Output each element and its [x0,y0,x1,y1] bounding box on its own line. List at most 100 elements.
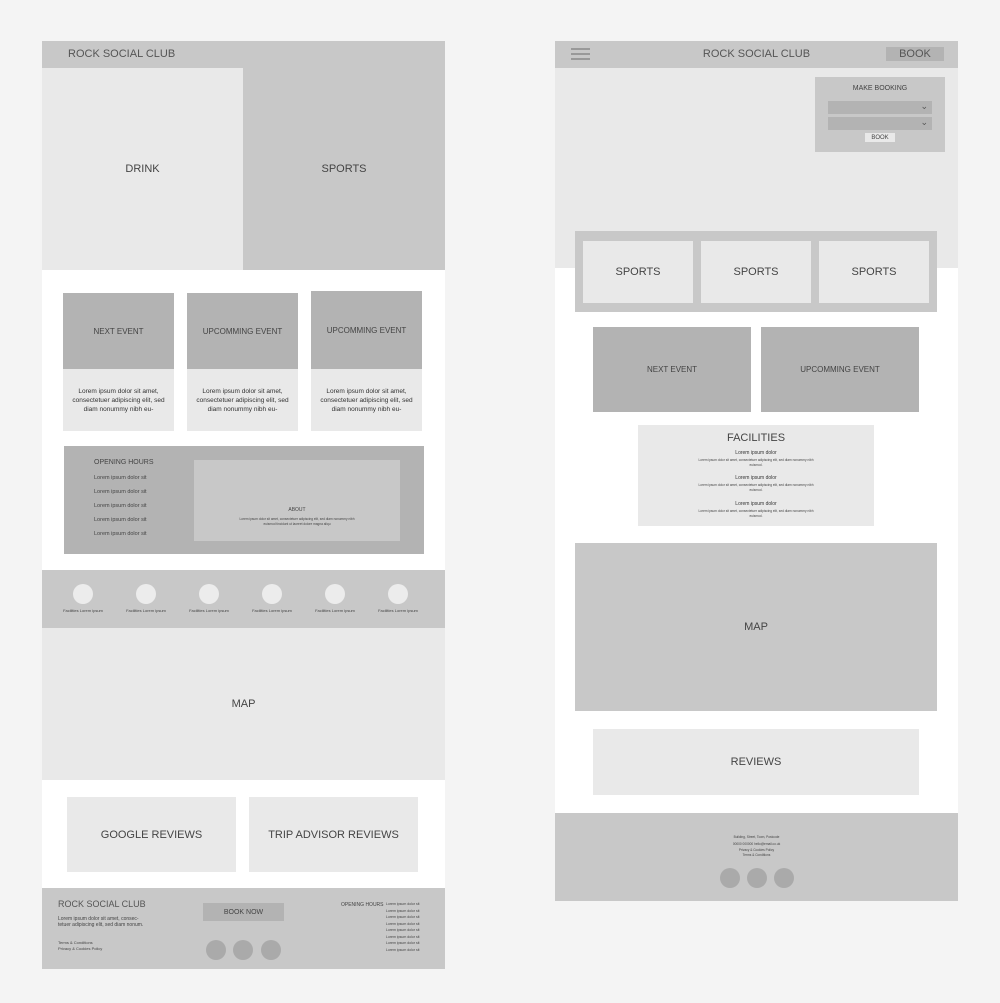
opening-hours-line: Lorem ipsum dolor sit [94,531,147,537]
mobile-upcoming-event[interactable]: UPCOMMING EVENT [761,327,919,412]
mobile-reviews-label: REVIEWS [730,756,782,768]
event-card-header: UPCOMMING EVENT [311,291,422,369]
about-box: ABOUT Lorem ipsum dolor sit amet, consec… [194,460,400,541]
mobile-reviews[interactable]: REVIEWS [593,729,919,795]
event-card-text: Lorem ipsum dolor sit amet, consectetuer… [311,369,422,431]
opening-hours-line: Lorem ipsum dolor sit [94,475,147,481]
social-icon[interactable] [233,940,253,960]
facility-icon [325,584,345,604]
desktop-site-title[interactable]: ROCK SOCIAL CLUB [68,48,175,60]
event-card[interactable]: UPCOMMING EVENT Lorem ipsum dolor sit am… [311,291,422,431]
footer-title: ROCK SOCIAL CLUB [58,899,146,909]
facility-entry-text: Lorem ipsum dolor sit amet, consectetuer… [698,509,814,518]
trip-advisor-reviews-label: TRIP ADVISOR REVIEWS [268,828,399,841]
hero-drink-label: DRINK [125,163,160,175]
mobile-header: ROCK SOCIAL CLUB BOOK [555,41,958,68]
opening-hours-list: Lorem ipsum dolor sit Lorem ipsum dolor … [94,471,147,541]
facility-item[interactable]: Facilities Lorem ipsum [368,584,428,613]
facility-item[interactable]: Facilities Lorem ipsum [242,584,302,613]
footer-terms-link[interactable]: Terms & Conditions [58,940,93,945]
footer-hours-line: Lorem ipsum dolor sit [386,928,420,932]
facility-entry: Lorem ipsum dolor Lorem ipsum dolor sit … [698,450,814,467]
about-text: Lorem ipsum dolor sit amet, consectetuer… [239,517,355,526]
event-card[interactable]: NEXT EVENT Lorem ipsum dolor sit amet, c… [63,293,174,431]
footer-terms-link[interactable]: Terms & Conditions [555,853,958,858]
footer-hours-line: Lorem ipsum dolor sit [386,902,420,906]
facility-entry-heading: Lorem ipsum dolor [735,450,777,456]
facility-icon [262,584,282,604]
facility-entry-text: Lorem ipsum dolor sit amet, consectetuer… [698,483,814,492]
footer-address: Building, Street, Town, Postcode [733,835,780,839]
footer-hours-line: Lorem ipsum dolor sit [386,941,420,945]
footer-contact[interactable]: 00000 000000 hello@email.co.uk [555,841,958,848]
sports-row: SPORTS SPORTS SPORTS [575,231,937,312]
facility-label: Facilities Lorem ipsum [315,608,355,613]
mobile-next-event[interactable]: NEXT EVENT [593,327,751,412]
chevron-down-icon: ⌄ [920,101,928,111]
event-card-text: Lorem ipsum dolor sit amet, consectetuer… [63,369,174,431]
booking-select[interactable]: ⌄ [828,117,932,130]
facility-item[interactable]: Facilities Lorem ipsum [305,584,365,613]
footer-hours-title: OPENING HOURS [341,902,384,908]
desktop-map[interactable]: MAP [42,628,445,780]
facility-label: Facilities Lorem ipsum [63,608,103,613]
social-icon[interactable] [206,940,226,960]
opening-hours-line: Lorem ipsum dolor sit [94,503,147,509]
facility-item[interactable]: Facilities Lorem ipsum [53,584,113,613]
hero-sports-label: SPORTS [321,163,367,175]
facility-label: Facilities Lorem ipsum [252,608,292,613]
facility-label: Facilities Lorem ipsum [126,608,166,613]
facility-icon [73,584,93,604]
booking-select[interactable]: ⌄ [828,101,932,114]
facility-entry-heading: Lorem ipsum dolor [735,475,777,481]
hero-sports-tile[interactable]: SPORTS [243,68,445,270]
footer-hours-line: Lorem ipsum dolor sit [386,915,420,919]
event-card-header: NEXT EVENT [63,293,174,369]
about-title: ABOUT [288,507,306,513]
facility-label: Facilities Lorem ipsum [189,608,229,613]
footer-privacy-link[interactable]: Privacy & Cookies Policy [58,946,102,951]
facility-entry: Lorem ipsum dolor Lorem ipsum dolor sit … [698,501,814,518]
sports-tile[interactable]: SPORTS [701,241,811,303]
footer-contact-block: Building, Street, Town, Postcode 00000 0… [555,834,958,858]
sports-tile[interactable]: SPORTS [583,241,693,303]
social-icon[interactable] [720,868,740,888]
opening-hours-line: Lorem ipsum dolor sit [94,517,147,523]
footer-text: Lorem ipsum dolor sit amet, consec- tetu… [58,916,144,928]
opening-hours-title: OPENING HOURS [94,459,154,466]
desktop-footer: ROCK SOCIAL CLUB Lorem ipsum dolor sit a… [42,888,445,969]
google-reviews-box[interactable]: GOOGLE REVIEWS [67,797,236,872]
booking-title: MAKE BOOKING [852,85,908,92]
google-reviews-label: GOOGLE REVIEWS [100,828,203,841]
info-panel: OPENING HOURS Lorem ipsum dolor sit Lore… [64,446,424,554]
booking-widget: MAKE BOOKING ⌄ ⌄ BOOK [815,77,945,152]
event-card[interactable]: UPCOMMING EVENT Lorem ipsum dolor sit am… [187,293,298,431]
mobile-map[interactable]: MAP [575,543,937,711]
footer-hours-line: Lorem ipsum dolor sit [386,947,420,952]
social-icon[interactable] [774,868,794,888]
facility-icon [199,584,219,604]
facility-label: Facilities Lorem ipsum [378,608,418,613]
facilities-title: FACILITIES [726,432,786,444]
chevron-down-icon: ⌄ [920,117,928,127]
facility-item[interactable]: Facilities Lorem ipsum [179,584,239,613]
header-book-button[interactable]: BOOK [886,47,944,61]
facility-item[interactable]: Facilities Lorem ipsum [116,584,176,613]
social-icon[interactable] [261,940,281,960]
hero-drink-tile[interactable]: DRINK [42,68,243,270]
trip-advisor-reviews-box[interactable]: TRIP ADVISOR REVIEWS [249,797,418,872]
event-card-header: UPCOMMING EVENT [187,293,298,369]
facility-entry-text: Lorem ipsum dolor sit amet, consectetuer… [698,458,814,467]
facility-entry-heading: Lorem ipsum dolor [735,501,777,507]
sports-tile[interactable]: SPORTS [819,241,929,303]
event-card-text: Lorem ipsum dolor sit amet, consectetuer… [187,369,298,431]
mobile-footer: Building, Street, Town, Postcode 00000 0… [555,813,958,901]
mobile-map-label: MAP [744,621,768,633]
desktop-map-label: MAP [231,698,256,710]
booking-submit-button[interactable]: BOOK [865,133,895,142]
book-now-button[interactable]: BOOK NOW [203,903,284,921]
facilities-strip: Facilities Lorem ipsum Facilities Lorem … [42,570,445,628]
opening-hours-line: Lorem ipsum dolor sit [94,489,147,495]
facility-entry: Lorem ipsum dolor Lorem ipsum dolor sit … [698,475,814,492]
social-icon[interactable] [747,868,767,888]
